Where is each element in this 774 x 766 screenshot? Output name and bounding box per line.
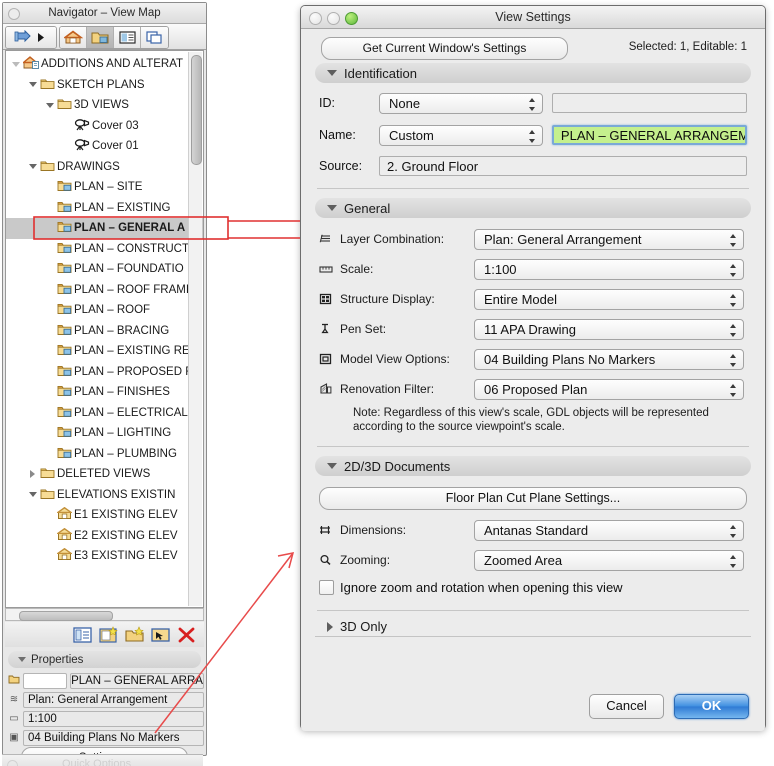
settings-pointer-arrow-line <box>154 552 294 734</box>
annotation-overlay <box>33 216 300 734</box>
selected-view-highlight-box <box>33 216 229 240</box>
screenshot-root: Navigator – View Map ADDITIONS AND ALTER… <box>0 0 774 766</box>
